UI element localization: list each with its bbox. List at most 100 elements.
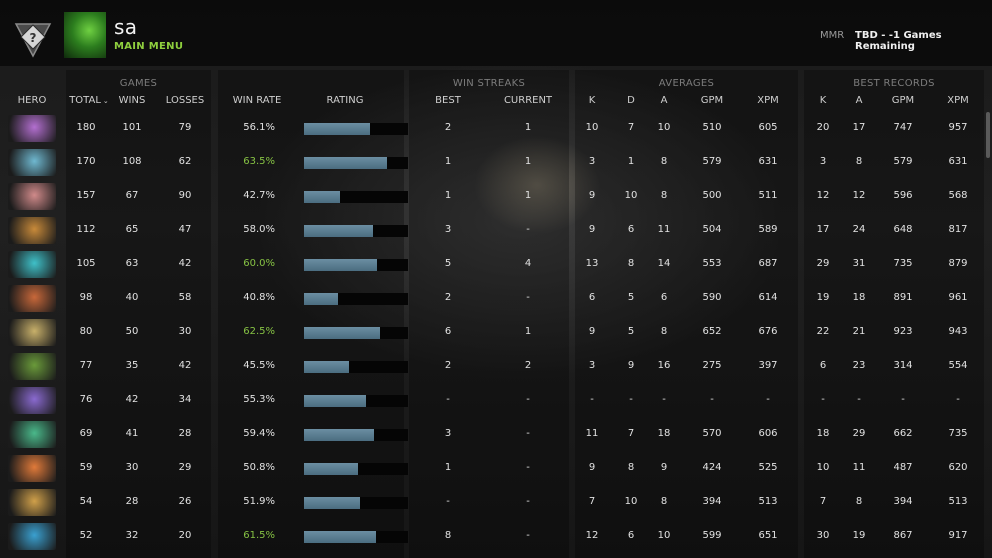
rating-bar bbox=[304, 225, 408, 237]
player-name[interactable]: sa bbox=[114, 15, 137, 39]
col-best-gpm[interactable]: GPM bbox=[885, 95, 921, 106]
col-avg-xpm[interactable]: XPM bbox=[750, 95, 786, 106]
cell-avg-xpm: 511 bbox=[758, 190, 778, 201]
col-current-streak[interactable]: CURRENT bbox=[496, 95, 560, 106]
col-losses[interactable]: LOSSES bbox=[162, 95, 208, 106]
col-rating[interactable]: RATING bbox=[310, 95, 380, 106]
cell-avg-gpm: 570 bbox=[702, 428, 722, 439]
rating-bar bbox=[304, 191, 408, 203]
col-avg-assists[interactable]: A bbox=[654, 95, 674, 106]
table-row[interactable]: 77 35 42 2 2 3 9 16 275 397 6 23 314 554 45.5% bbox=[0, 351, 992, 383]
table-row[interactable]: 157 67 90 1 1 9 10 8 500 511 12 12 596 568 42.7% bbox=[0, 181, 992, 213]
cell-best-assists: 18 bbox=[852, 292, 866, 303]
rating-bar-fill bbox=[304, 327, 380, 339]
col-avg-gpm[interactable]: GPM bbox=[694, 95, 730, 106]
table-row[interactable]: 80 50 30 6 1 9 5 8 652 676 22 21 923 943 62.5% bbox=[0, 317, 992, 349]
cell-best-assists: 23 bbox=[852, 360, 866, 371]
rank-badge-icon[interactable]: ? bbox=[12, 16, 54, 58]
col-best-assists[interactable]: A bbox=[846, 95, 872, 106]
cell-avg-assists: 9 bbox=[660, 462, 668, 473]
cell-win-rate: 45.5% bbox=[243, 360, 275, 371]
col-wins[interactable]: WINS bbox=[114, 95, 150, 106]
cell-best-xpm: 917 bbox=[948, 530, 968, 541]
cell-best-streak: 2 bbox=[444, 122, 452, 133]
hero-portrait-9[interactable] bbox=[8, 387, 56, 414]
cell-best-kills: 17 bbox=[816, 224, 830, 235]
cell-avg-gpm: 553 bbox=[702, 258, 722, 269]
cell-avg-xpm: 589 bbox=[758, 224, 778, 235]
col-best-kills[interactable]: K bbox=[810, 95, 836, 106]
table-row[interactable]: 52 32 20 8 - 12 6 10 599 651 30 19 867 917 61.5% bbox=[0, 521, 992, 553]
cell-best-streak: 3 bbox=[444, 428, 452, 439]
table-row[interactable]: 180 101 79 2 1 10 7 10 510 605 20 17 747 957 56.1% bbox=[0, 113, 992, 145]
cell-avg-kills: 13 bbox=[585, 258, 599, 269]
hero-portrait-7[interactable] bbox=[8, 319, 56, 346]
cell-total: 69 bbox=[79, 428, 93, 439]
table-row[interactable]: 59 30 29 1 - 9 8 9 424 525 10 11 487 620 50.8% bbox=[0, 453, 992, 485]
cell-losses: 26 bbox=[178, 496, 192, 507]
cell-total: 80 bbox=[79, 326, 93, 337]
rating-bar-fill bbox=[304, 191, 340, 203]
col-best-xpm[interactable]: XPM bbox=[940, 95, 976, 106]
cell-best-kills: 10 bbox=[816, 462, 830, 473]
table-row[interactable]: 69 41 28 3 - 11 7 18 570 606 18 29 662 735 59.4% bbox=[0, 419, 992, 451]
hero-portrait-3[interactable] bbox=[8, 183, 56, 210]
cell-best-streak: 2 bbox=[444, 360, 452, 371]
main-menu-link[interactable]: MAIN MENU bbox=[114, 41, 183, 52]
table-row[interactable]: 112 65 47 3 - 9 6 11 504 589 17 24 648 817 58.0% bbox=[0, 215, 992, 247]
table-row[interactable]: 76 42 34 - - - - - - - - - - - 55.3% bbox=[0, 385, 992, 417]
table-row[interactable]: 170 108 62 1 1 3 1 8 579 631 3 8 579 631 63.5% bbox=[0, 147, 992, 179]
cell-best-assists: 8 bbox=[855, 496, 863, 507]
hero-portrait-5[interactable] bbox=[8, 251, 56, 278]
cell-best-kills: 3 bbox=[819, 156, 827, 167]
player-avatar[interactable] bbox=[64, 12, 106, 58]
scrollbar-thumb[interactable] bbox=[986, 112, 990, 158]
col-avg-kills[interactable]: K bbox=[582, 95, 602, 106]
cell-avg-deaths: 1 bbox=[627, 156, 635, 167]
group-win-streaks: WIN STREAKS bbox=[452, 78, 526, 89]
rating-bar-fill bbox=[304, 259, 377, 271]
hero-portrait-6[interactable] bbox=[8, 285, 56, 312]
cell-best-gpm: 891 bbox=[893, 292, 913, 303]
cell-losses: 79 bbox=[178, 122, 192, 133]
cell-best-xpm: 513 bbox=[948, 496, 968, 507]
cell-win-rate: 61.5% bbox=[243, 530, 275, 541]
hero-portrait-1[interactable] bbox=[8, 115, 56, 142]
col-win-rate[interactable]: WIN RATE bbox=[225, 95, 289, 106]
cell-avg-gpm: 500 bbox=[702, 190, 722, 201]
hero-portrait-11[interactable] bbox=[8, 455, 56, 482]
cell-best-assists: 21 bbox=[852, 326, 866, 337]
col-total[interactable]: TOTAL ⌄ bbox=[66, 95, 112, 106]
cell-best-xpm: 631 bbox=[948, 156, 968, 167]
cell-losses: 20 bbox=[178, 530, 192, 541]
cell-wins: 65 bbox=[125, 224, 139, 235]
col-best-streak[interactable]: BEST bbox=[428, 95, 468, 106]
hero-portrait-4[interactable] bbox=[8, 217, 56, 244]
hero-portrait-10[interactable] bbox=[8, 421, 56, 448]
col-avg-deaths[interactable]: D bbox=[621, 95, 641, 106]
cell-avg-gpm: 599 bbox=[702, 530, 722, 541]
table-row[interactable]: 98 40 58 2 - 6 5 6 590 614 19 18 891 961 40.8% bbox=[0, 283, 992, 315]
col-hero[interactable]: HERO bbox=[8, 95, 56, 106]
cell-win-rate: 51.9% bbox=[243, 496, 275, 507]
cell-best-xpm: 943 bbox=[948, 326, 968, 337]
cell-best-streak: 1 bbox=[444, 462, 452, 473]
cell-total: 98 bbox=[79, 292, 93, 303]
cell-best-assists: 31 bbox=[852, 258, 866, 269]
hero-portrait-12[interactable] bbox=[8, 489, 56, 516]
hero-portrait-13[interactable] bbox=[8, 523, 56, 550]
rating-bar-fill bbox=[304, 395, 366, 407]
cell-wins: 108 bbox=[122, 156, 142, 167]
table-row[interactable]: 54 28 26 - - 7 10 8 394 513 7 8 394 513 51.9% bbox=[0, 487, 992, 519]
cell-win-rate: 50.8% bbox=[243, 462, 275, 473]
rating-bar bbox=[304, 463, 408, 475]
table-row[interactable]: 105 63 42 5 4 13 8 14 553 687 29 31 735 879 60.0% bbox=[0, 249, 992, 281]
cell-best-assists: 19 bbox=[852, 530, 866, 541]
hero-portrait-2[interactable] bbox=[8, 149, 56, 176]
cell-avg-gpm: 424 bbox=[702, 462, 722, 473]
cell-best-kills: 12 bbox=[816, 190, 830, 201]
hero-portrait-8[interactable] bbox=[8, 353, 56, 380]
cell-best-gpm: 747 bbox=[893, 122, 913, 133]
cell-avg-gpm: 579 bbox=[702, 156, 722, 167]
cell-wins: 28 bbox=[125, 496, 139, 507]
